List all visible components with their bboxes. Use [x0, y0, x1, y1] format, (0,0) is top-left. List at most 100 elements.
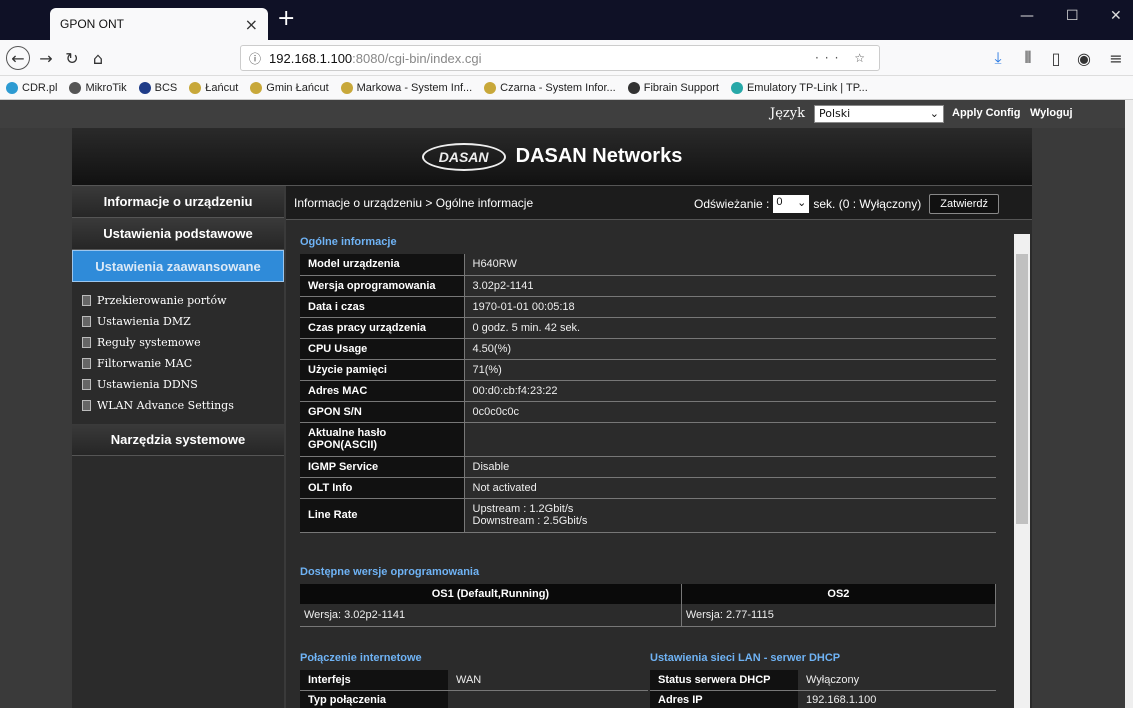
table-row: Adres IP 192.168.1.100: [650, 690, 996, 708]
table-row: Użycie pamięci 71(%): [300, 359, 996, 381]
library-icon[interactable]: ⫴: [1016, 46, 1040, 70]
bookmarks-bar: CDR.pl MikroTik BCS Łańcut Gmin Łańcut M…: [0, 76, 1133, 100]
document-icon: [82, 316, 91, 327]
bookmark-item[interactable]: BCS: [138, 81, 177, 94]
menu-system-tools[interactable]: Narzędzia systemowe: [72, 424, 284, 456]
main-area: Informacje o urządzeniu > Ogólne informa…: [286, 186, 1032, 708]
table-row: CPU Usage 4.50(%): [300, 338, 996, 360]
table-row: Interfejs WAN: [300, 670, 648, 691]
top-strip: Język Polski ⌄ Apply Config Wyloguj: [0, 100, 1125, 128]
apply-config-link[interactable]: Apply Config: [952, 107, 1020, 119]
url-bar[interactable]: ⓘ 192.168.1.100:8080/cgi-bin/index.cgi ·…: [240, 45, 880, 71]
bookmark-item[interactable]: Czarna - System Infor...: [484, 81, 616, 94]
refresh-select[interactable]: 0 ⌄: [773, 195, 810, 213]
submenu-mac-filter[interactable]: Filtorwanie MAC: [82, 353, 284, 374]
bookmark-item[interactable]: MikroTik: [69, 81, 127, 94]
general-info-title: Ogólne informacje: [300, 236, 397, 248]
new-tab-button[interactable]: +: [277, 6, 295, 31]
document-icon: [82, 337, 91, 348]
bookmark-icon: [730, 81, 743, 94]
scrollbar-thumb[interactable]: [1016, 254, 1028, 524]
table-row: OS1 (Default,Running) OS2: [300, 584, 997, 604]
bookmark-icon: [250, 81, 263, 94]
forward-arrow-icon[interactable]: →: [34, 46, 58, 70]
table-row: Status serwera DHCP Wyłączony: [650, 670, 996, 691]
table-row: Typ połączenia: [300, 690, 648, 708]
refresh-control: Odświeżanie : 0 ⌄ sek. (0 : Wyłączony) Za…: [694, 194, 999, 214]
menu-basic-settings[interactable]: Ustawienia podstawowe: [72, 218, 284, 250]
bookmark-icon: [340, 81, 353, 94]
sidebar: Informacje o urządzeniu Ustawienia podst…: [72, 186, 284, 708]
firmware-versions-title: Dostępne wersje oprogramowania: [300, 566, 480, 578]
bookmark-icon: [69, 81, 82, 94]
page-content: Język Polski ⌄ Apply Config Wyloguj DASAN…: [0, 100, 1125, 708]
bookmark-icon: [189, 81, 202, 94]
submenu-port-forwarding[interactable]: Przekierowanie portów: [82, 290, 284, 311]
browser-tab[interactable]: GPON ONT ×: [50, 8, 268, 40]
table-row: IGMP Service Disable: [300, 456, 996, 478]
document-icon: [82, 358, 91, 369]
table-row: Data i czas 1970-01-01 00:05:18: [300, 296, 996, 318]
general-info-table: Model urządzenia H640RW Wersja oprogramow…: [300, 254, 996, 533]
minimize-icon[interactable]: —: [1020, 8, 1034, 24]
language-select[interactable]: Polski ⌄: [814, 105, 944, 123]
logout-link[interactable]: Wyloguj: [1030, 107, 1073, 119]
firmware-versions-table: OS1 (Default,Running) OS2 Wersja: 3.02p2-…: [300, 584, 997, 627]
wan-table: Interfejs WAN Typ połączenia: [300, 670, 648, 708]
content-panel: Ogólne informacje Model urządzenia H640RW…: [286, 222, 1030, 708]
window-close-icon[interactable]: ✕: [1110, 8, 1122, 24]
advanced-submenu: Przekierowanie portów Ustawienia DMZ Reg…: [72, 282, 284, 424]
bookmark-item[interactable]: Markowa - System Inf...: [340, 81, 472, 94]
table-row: Czas pracy urządzenia 0 godz. 5 min. 42 s…: [300, 317, 996, 339]
language-label: Język: [770, 106, 805, 121]
bookmark-item[interactable]: Gmin Łańcut: [250, 81, 329, 94]
table-row: GPON S/N 0c0c0c0c: [300, 401, 996, 423]
breadcrumb: Informacje o urządzeniu > Ogólne informa…: [294, 195, 534, 210]
maximize-icon[interactable]: ☐: [1066, 8, 1079, 24]
submenu-system-rules[interactable]: Reguły systemowe: [82, 332, 284, 353]
globe-icon: [627, 81, 640, 94]
tab-title: GPON ONT: [60, 17, 125, 31]
extension-icon[interactable]: ◉: [1072, 46, 1096, 70]
bookmark-item[interactable]: Fibrain Support: [627, 81, 719, 94]
menu-device-info[interactable]: Informacje o urządzeniu: [72, 186, 284, 218]
submenu-dmz[interactable]: Ustawienia DMZ: [82, 311, 284, 332]
reload-icon[interactable]: ↻: [60, 46, 84, 70]
dasan-logo: DASAN: [421, 142, 506, 171]
download-icon[interactable]: ⤓: [986, 46, 1010, 70]
table-row: OLT Info Not activated: [300, 477, 996, 499]
table-row: Model urządzenia H640RW: [300, 254, 996, 276]
brand-title: DASAN Networks: [515, 145, 683, 167]
submenu-wlan-advanced[interactable]: WLAN Advance Settings: [82, 395, 284, 416]
home-icon[interactable]: ⌂: [86, 46, 110, 70]
wan-title: Połączenie internetowe: [300, 652, 422, 664]
bookmark-item[interactable]: Emulatory TP-Link | TP...: [730, 81, 868, 94]
browser-nav-bar: ← → ↻ ⌂ ⓘ 192.168.1.100:8080/cgi-bin/ind…: [0, 40, 1133, 76]
table-row: Adres MAC 00:d0:cb:f4:23:22: [300, 380, 996, 402]
browser-tab-bar: GPON ONT × + — ☐ ✕: [0, 0, 1133, 40]
back-arrow-icon[interactable]: ←: [6, 46, 30, 70]
document-icon: [82, 295, 91, 306]
bookmark-item[interactable]: CDR.pl: [6, 81, 57, 94]
bookmark-item[interactable]: Łańcut: [189, 81, 238, 94]
table-row: Aktualne hasło GPON(ASCII): [300, 422, 996, 457]
bookmark-icon: [138, 81, 151, 94]
bookmark-icon: [6, 81, 18, 94]
site-info-icon[interactable]: ⓘ: [249, 50, 261, 67]
url-text: 192.168.1.100:8080/cgi-bin/index.cgi: [269, 50, 482, 66]
table-row: Wersja: 3.02p2-1141 Wersja: 2.77-1115: [300, 604, 997, 627]
menu-advanced-settings[interactable]: Ustawienia zaawansowane: [72, 250, 284, 282]
breadcrumb-bar: Informacje o urządzeniu > Ogólne informa…: [286, 186, 1032, 220]
close-icon[interactable]: ×: [245, 15, 258, 34]
submenu-ddns[interactable]: Ustawienia DDNS: [82, 374, 284, 395]
page-scrollbar[interactable]: [1125, 100, 1133, 708]
menu-icon[interactable]: ≡: [1104, 46, 1128, 70]
table-row: Wersja oprogramowania 3.02p2-1141: [300, 275, 996, 297]
lan-dhcp-table: Status serwera DHCP Wyłączony Adres IP 192…: [650, 670, 996, 708]
page-actions-icon[interactable]: ··· ☆: [815, 51, 871, 65]
panel-scrollbar[interactable]: [1014, 234, 1030, 708]
chevron-down-icon: ⌄: [797, 197, 807, 209]
confirm-button[interactable]: Zatwierdź: [929, 194, 999, 214]
document-icon: [82, 400, 91, 411]
sidebar-icon[interactable]: ▯: [1044, 46, 1068, 70]
